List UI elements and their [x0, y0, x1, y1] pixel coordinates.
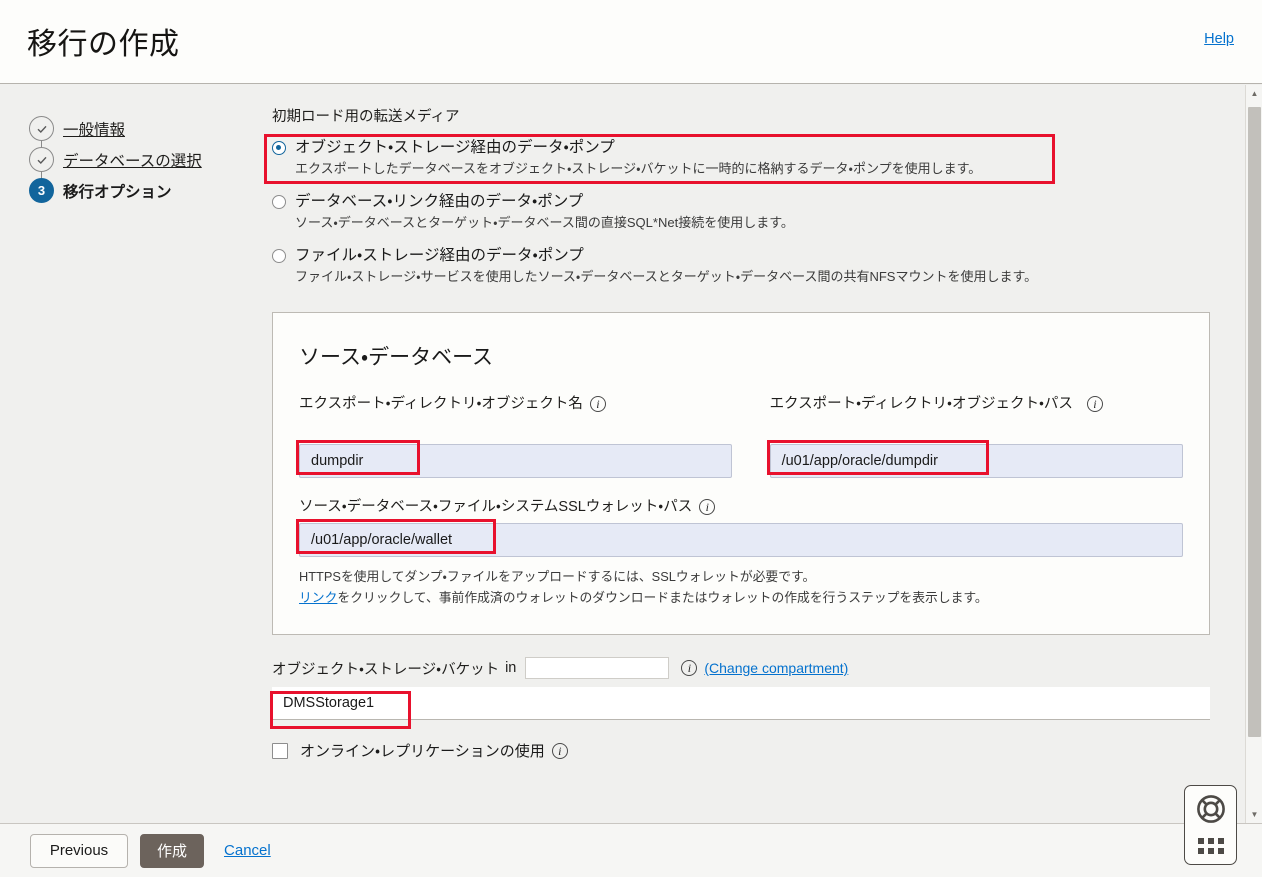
radio-button-database-link[interactable] — [272, 195, 286, 209]
ssl-wallet-hint-line-1: HTTPSを使用してダンプ・ファイルをアップロードするには、SSLウォレットが必… — [299, 566, 1183, 587]
step-label-database-selection: データベースの選択 — [63, 149, 202, 171]
export-directory-path-label: エクスポート・ディレクトリ・オブジェクト・パス — [770, 393, 1073, 415]
online-replication-row[interactable]: オンライン・レプリケーションの使用 i — [272, 740, 1212, 761]
check-circle-icon — [29, 147, 54, 172]
info-icon[interactable]: i — [681, 660, 697, 676]
sidebar-item-migration-options[interactable]: 3 移行オプション — [29, 175, 259, 206]
radio-description-database-link: ソース・データベースとターゲット・データベース間の直接SQL*Net接続を使用し… — [295, 213, 1212, 232]
bucket-label-in: in — [505, 660, 516, 676]
sidebar-item-general-info[interactable]: 一般情報 — [29, 113, 259, 144]
radio-label-file-storage: ファイル・ストレージ経由のデータ・ポンプ — [295, 245, 584, 266]
transfer-media-radio-group: オブジェクト・ストレージ経由のデータ・ポンプ エクスポートしたデータベースをオブ… — [272, 134, 1212, 288]
radio-label-database-link: データベース・リンク経由のデータ・ポンプ — [295, 191, 583, 212]
online-replication-label: オンライン・レプリケーションの使用 — [300, 740, 545, 761]
scroll-down-arrow-icon[interactable]: ▼ — [1246, 806, 1262, 823]
page-header: 移行の作成 Help — [0, 0, 1262, 84]
check-circle-icon — [29, 116, 54, 141]
radio-button-object-storage[interactable] — [272, 141, 286, 155]
migration-options-form: 初期ロード用の転送メディア オブジェクト・ストレージ経由のデータ・ポンプ エクス… — [272, 105, 1212, 761]
step-label-migration-options: 移行オプション — [63, 180, 172, 202]
compartment-input[interactable] — [525, 657, 669, 679]
object-storage-bucket-group: オブジェクト・ストレージ・バケット in i (Change compartme… — [272, 657, 1212, 720]
source-database-card: ソース・データベース エクスポート・ディレクトリ・オブジェクト名 i dumpd… — [272, 312, 1210, 635]
radio-label-object-storage: オブジェクト・ストレージ経由のデータ・ポンプ — [295, 137, 615, 158]
radio-button-file-storage[interactable] — [272, 249, 286, 263]
create-button[interactable]: 作成 — [140, 834, 204, 868]
wallet-link[interactable]: リンク — [299, 590, 337, 605]
dots-grid-icon[interactable] — [1198, 838, 1224, 854]
create-migration-page: 移行の作成 Help 一般情報 データベースの — [0, 0, 1262, 877]
sidebar-item-database-selection[interactable]: データベースの選択 — [29, 144, 259, 175]
previous-button[interactable]: Previous — [30, 834, 128, 868]
info-icon[interactable]: i — [699, 499, 715, 515]
bucket-select[interactable]: DMSStorage1 — [272, 687, 1210, 720]
ssl-wallet-path-label-row: ソース・データベース・ファイル・システムSSLウォレット・パス i — [299, 496, 1183, 518]
export-directory-path-label-row: エクスポート・ディレクトリ・オブジェクト・パス i — [770, 393, 1183, 439]
radio-option-file-storage[interactable]: ファイル・ストレージ経由のデータ・ポンプ ファイル・ストレージ・サービスを使用し… — [272, 243, 1212, 288]
source-database-card-title: ソース・データベース — [299, 341, 1183, 371]
step-label-general-info: 一般情報 — [63, 118, 125, 140]
info-icon[interactable]: i — [1087, 396, 1103, 412]
bucket-label: オブジェクト・ストレージ・バケット — [272, 658, 499, 679]
transfer-media-section-label: 初期ロード用の転送メディア — [272, 105, 1212, 126]
step-number-badge: 3 — [29, 178, 54, 203]
help-widget[interactable] — [1184, 785, 1237, 865]
help-link[interactable]: Help — [1204, 31, 1234, 47]
radio-option-database-link[interactable]: データベース・リンク経由のデータ・ポンプ ソース・データベースとターゲット・デー… — [272, 189, 1212, 234]
scrollbar-thumb[interactable] — [1248, 107, 1261, 737]
ssl-wallet-path-label: ソース・データベース・ファイル・システムSSLウォレット・パス — [299, 496, 692, 518]
ssl-wallet-path-field-group: ソース・データベース・ファイル・システムSSLウォレット・パス i /u01/a… — [299, 496, 1183, 608]
radio-description-file-storage: ファイル・ストレージ・サービスを使用したソース・データベースとターゲット・データ… — [295, 267, 1212, 286]
vertical-scrollbar[interactable]: ▲ ▼ — [1245, 85, 1262, 823]
page-body: 一般情報 データベースの選択 3 移行オプション 初期ロード用の転送メディア — [0, 85, 1262, 823]
radio-description-object-storage: エクスポートしたデータベースをオブジェクト・ストレージ・バケットに一時的に格納す… — [295, 159, 1212, 178]
export-directory-name-label-row: エクスポート・ディレクトリ・オブジェクト名 i — [299, 393, 732, 439]
export-directory-name-field-group: エクスポート・ディレクトリ・オブジェクト名 i dumpdir — [299, 393, 732, 478]
online-replication-checkbox[interactable] — [272, 743, 288, 759]
ssl-wallet-path-input[interactable]: /u01/app/oracle/wallet — [299, 523, 1183, 557]
info-icon[interactable]: i — [590, 396, 606, 412]
page-title: 移行の作成 — [27, 19, 180, 63]
export-directory-name-input[interactable]: dumpdir — [299, 444, 732, 478]
wallet-hint-rest: をクリックして、事前作成済のウォレットのダウンロードまたはウォレットの作成を行う… — [337, 590, 987, 605]
bucket-label-row: オブジェクト・ストレージ・バケット in i (Change compartme… — [272, 657, 1212, 679]
cancel-link[interactable]: Cancel — [224, 842, 271, 859]
page-footer: Previous 作成 Cancel — [0, 823, 1262, 877]
wizard-steps: 一般情報 データベースの選択 3 移行オプション — [29, 113, 259, 206]
export-directory-path-input[interactable]: /u01/app/oracle/dumpdir — [770, 444, 1183, 478]
ssl-wallet-hint-line-2: リンクをクリックして、事前作成済のウォレットのダウンロードまたはウォレットの作成… — [299, 587, 1183, 608]
radio-option-object-storage[interactable]: オブジェクト・ストレージ経由のデータ・ポンプ エクスポートしたデータベースをオブ… — [272, 134, 1212, 180]
info-icon[interactable]: i — [552, 743, 568, 759]
export-directory-name-label: エクスポート・ディレクトリ・オブジェクト名 — [299, 393, 583, 415]
change-compartment-link[interactable]: (Change compartment) — [704, 660, 848, 676]
export-directory-path-field-group: エクスポート・ディレクトリ・オブジェクト・パス i /u01/app/oracl… — [770, 393, 1183, 478]
export-directory-row: エクスポート・ディレクトリ・オブジェクト名 i dumpdir エクスポート・デ… — [299, 393, 1183, 478]
lifebuoy-icon — [1195, 793, 1227, 830]
scroll-up-arrow-icon[interactable]: ▲ — [1246, 85, 1262, 102]
